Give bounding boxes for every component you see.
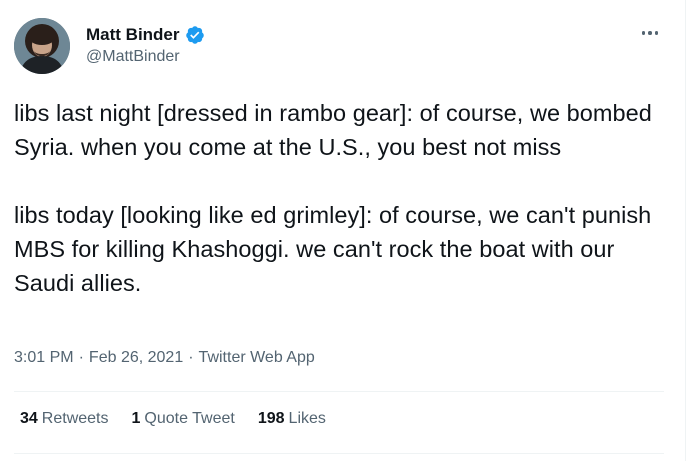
likes-stat[interactable]: 198 Likes <box>258 410 326 428</box>
likes-label: Likes <box>288 410 326 427</box>
avatar-image <box>14 18 70 74</box>
user-names: Matt Binder @MattBinder <box>86 24 205 66</box>
name-row: Matt Binder <box>86 24 205 46</box>
divider <box>14 453 664 454</box>
divider <box>14 391 664 392</box>
more-dot <box>648 31 652 35</box>
more-dot <box>641 31 646 35</box>
tweet-text: libs last night [dressed in rambo gear]:… <box>14 100 652 296</box>
tweet-meta: 3:01 PM · Feb 26, 2021 · Twitter Web App <box>14 349 315 367</box>
quote-tweets-stat[interactable]: 1 Quote Tweet <box>132 410 235 428</box>
tweet-time[interactable]: 3:01 PM <box>14 349 74 367</box>
tweet-source[interactable]: Twitter Web App <box>199 349 315 367</box>
retweets-stat[interactable]: 34 Retweets <box>20 410 109 428</box>
meta-separator: · <box>78 349 84 366</box>
quote-tweets-count: 1 <box>131 410 141 427</box>
tweet-stats: 34 Retweets 1 Quote Tweet 198 Likes <box>20 410 349 428</box>
display-name[interactable]: Matt Binder <box>86 25 180 45</box>
tweet-card: Matt Binder @MattBinder libs last night … <box>0 0 686 461</box>
retweets-label: Retweets <box>41 410 109 427</box>
retweets-count: 34 <box>20 410 38 427</box>
tweet-header: Matt Binder @MattBinder <box>14 18 674 78</box>
more-options-icon[interactable] <box>638 26 662 40</box>
more-dot <box>654 31 659 35</box>
quote-tweets-label: Quote Tweet <box>144 410 235 427</box>
tweet-date[interactable]: Feb 26, 2021 <box>89 349 183 367</box>
likes-count: 198 <box>257 410 285 427</box>
verified-badge-icon <box>185 26 204 44</box>
avatar[interactable] <box>14 18 70 74</box>
user-handle[interactable]: @MattBinder <box>86 48 205 66</box>
meta-separator: · <box>188 349 194 366</box>
